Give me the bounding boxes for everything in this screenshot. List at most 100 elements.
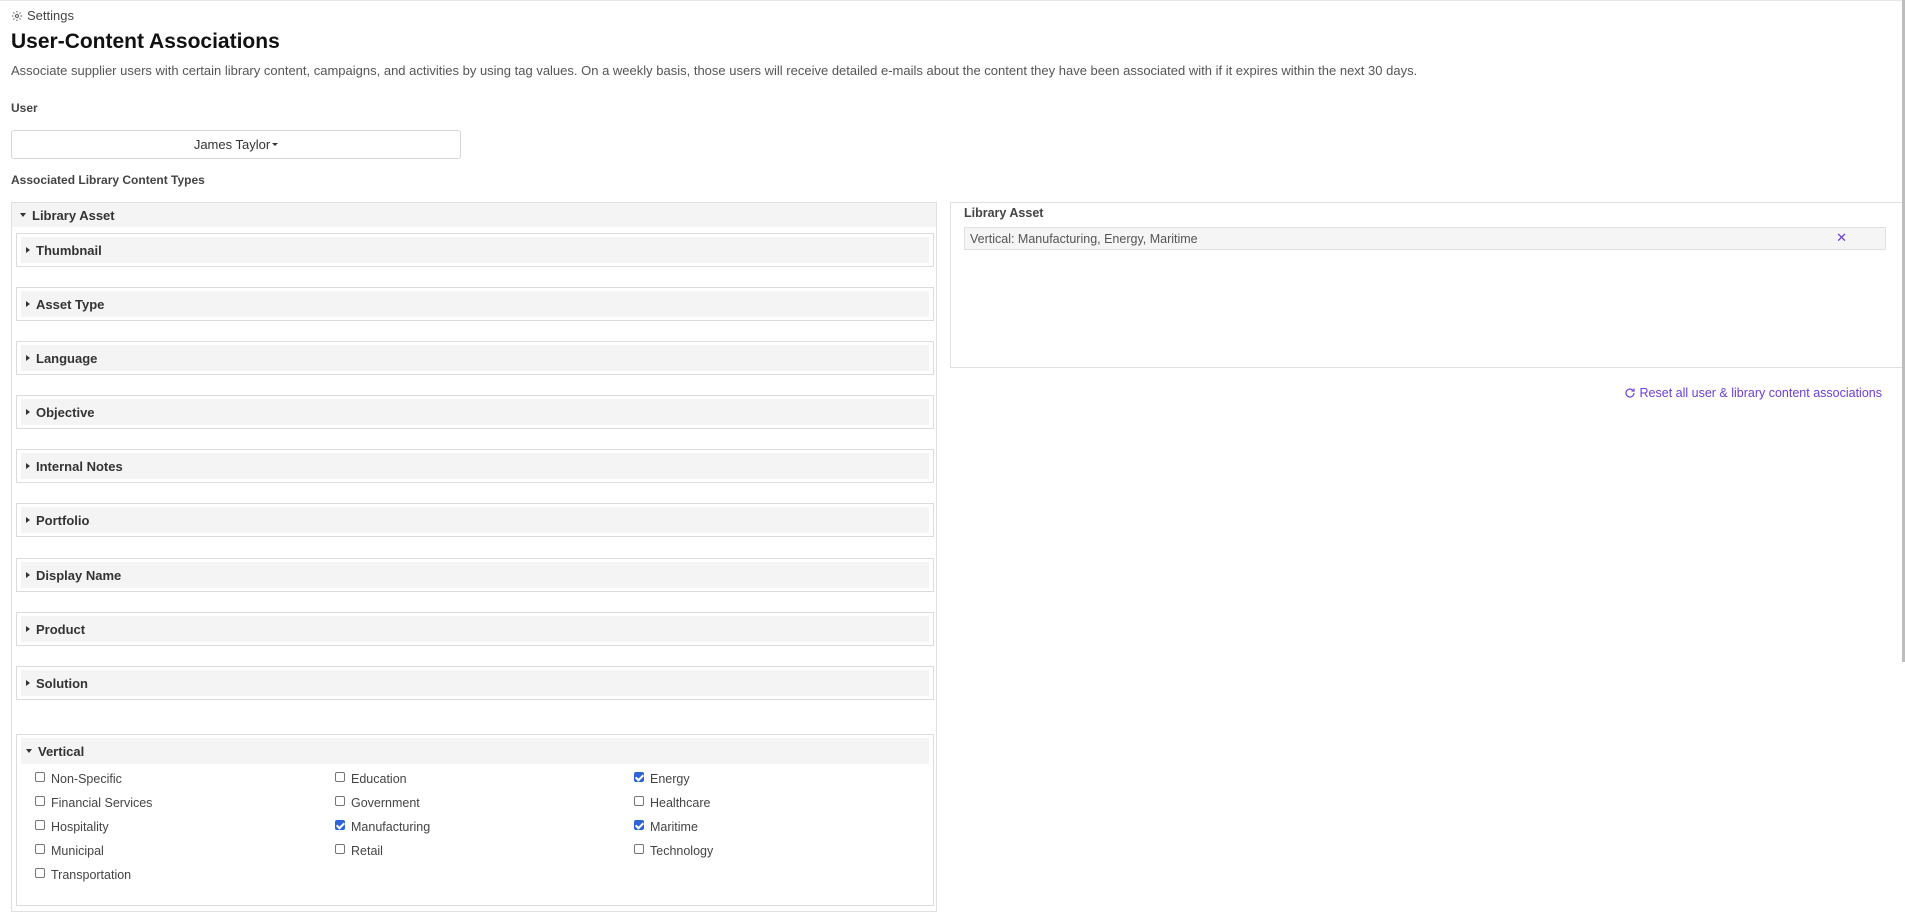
section-asset-type-header[interactable]: Asset Type (21, 291, 929, 317)
caret-right-icon (26, 626, 30, 632)
gear-icon (12, 10, 22, 21)
checkbox-label: Transportation (51, 868, 132, 882)
checkbox-healthcare[interactable] (634, 796, 644, 806)
association-row: Vertical: Manufacturing, Energy, Maritim… (964, 227, 1886, 250)
section-thumbnail-label: Thumbnail (36, 242, 102, 258)
section-solution-header[interactable]: Solution (21, 670, 929, 696)
section-portfolio-header[interactable]: Portfolio (21, 507, 929, 533)
section-objective-header[interactable]: Objective (21, 399, 929, 425)
checkbox-government[interactable] (335, 796, 345, 806)
section-display-name-label: Display Name (36, 567, 122, 583)
checkbox-label: Manufacturing (351, 820, 431, 834)
vertical-option-education[interactable]: Education (335, 772, 407, 786)
caret-right-icon (26, 463, 30, 469)
vertical-option-technology[interactable]: Technology (634, 844, 713, 858)
section-thumbnail: Thumbnail (16, 233, 934, 267)
caret-right-icon (26, 409, 30, 415)
vertical-option-healthcare[interactable]: Healthcare (634, 796, 710, 810)
content-types-label: Associated Library Content Types (11, 173, 205, 187)
checkbox-label: Energy (650, 772, 690, 786)
caret-right-icon (26, 301, 30, 307)
section-language-header[interactable]: Language (21, 345, 929, 371)
vertical-option-government[interactable]: Government (335, 796, 420, 810)
close-icon[interactable]: ✕ (1836, 231, 1847, 245)
section-vertical-header[interactable]: Vertical (21, 738, 929, 764)
checkbox-manufacturing[interactable] (335, 820, 345, 830)
caret-right-icon (26, 517, 30, 523)
vertical-option-non-specific[interactable]: Non-Specific (35, 772, 122, 786)
vertical-option-manufacturing[interactable]: Manufacturing (335, 820, 430, 834)
checkbox-technology[interactable] (634, 844, 644, 854)
checkbox-label: Maritime (650, 820, 698, 834)
checkbox-non-specific[interactable] (35, 772, 45, 782)
section-display-name: Display Name (16, 558, 934, 592)
checkbox-label: Technology (650, 844, 714, 858)
section-asset-type: Asset Type (16, 287, 934, 321)
section-vertical: Vertical Non-Specific Education Energy Fina… (16, 734, 934, 906)
section-thumbnail-header[interactable]: Thumbnail (21, 237, 929, 263)
associations-title: Library Asset (964, 206, 1044, 220)
page-title: User-Content Associations (11, 30, 280, 53)
user-dropdown-value: James Taylor (193, 137, 271, 152)
user-dropdown[interactable]: James Taylor (11, 130, 461, 159)
vertical-option-hospitality[interactable]: Hospitality (35, 820, 109, 834)
section-language-label: Language (36, 350, 98, 366)
association-text: Vertical: Manufacturing, Energy, Maritim… (970, 231, 1198, 246)
caret-down-icon (26, 749, 32, 753)
section-vertical-label: Vertical (38, 743, 85, 759)
associations-panel: Library Asset Vertical: Manufacturing, E… (950, 202, 1905, 368)
vertical-option-municipal[interactable]: Municipal (35, 844, 104, 858)
checkbox-hospitality[interactable] (35, 820, 45, 830)
breadcrumb[interactable]: Settings (11, 8, 74, 23)
reset-associations-link[interactable]: Reset all user & library content associa… (1624, 386, 1882, 400)
vertical-option-transportation[interactable]: Transportation (35, 868, 131, 882)
checkbox-energy[interactable] (634, 772, 644, 782)
checkbox-maritime[interactable] (634, 820, 644, 830)
user-label: User (11, 101, 38, 115)
vertical-options: Non-Specific Education Energy Financial Ser… (17, 767, 933, 905)
checkbox-municipal[interactable] (35, 844, 45, 854)
section-internal-notes-label: Internal Notes (36, 458, 123, 474)
checkbox-label: Hospitality (51, 820, 109, 834)
vertical-option-retail[interactable]: Retail (335, 844, 383, 858)
checkbox-financial-services[interactable] (35, 796, 45, 806)
checkbox-label: Healthcare (650, 796, 711, 810)
page-description: Associate supplier users with certain li… (11, 63, 1418, 78)
caret-right-icon (26, 680, 30, 686)
library-content-types-panel: Library Asset Thumbnail Asset Type Languag… (11, 202, 937, 912)
section-portfolio-label: Portfolio (36, 512, 90, 528)
chevron-down-icon (272, 143, 279, 146)
section-asset-type-label: Asset Type (36, 296, 105, 312)
section-product: Product (16, 612, 934, 646)
caret-right-icon (26, 247, 30, 253)
checkbox-education[interactable] (335, 772, 345, 782)
library-asset-toggle[interactable]: Library Asset (12, 203, 936, 227)
section-solution: Solution (16, 666, 934, 700)
vertical-option-maritime[interactable]: Maritime (634, 820, 698, 834)
section-internal-notes: Internal Notes (16, 449, 934, 483)
vertical-option-financial-services[interactable]: Financial Services (35, 796, 152, 810)
section-product-label: Product (36, 621, 86, 637)
section-internal-notes-header[interactable]: Internal Notes (21, 453, 929, 479)
section-solution-label: Solution (36, 675, 88, 691)
caret-down-icon (20, 213, 26, 217)
caret-right-icon (26, 572, 30, 578)
checkbox-label: Retail (351, 844, 383, 858)
top-divider (0, 0, 1905, 1)
checkbox-label: Municipal (51, 844, 104, 858)
breadcrumb-settings[interactable]: Settings (27, 8, 74, 23)
checkbox-label: Government (351, 796, 420, 810)
section-objective-label: Objective (36, 404, 95, 420)
vertical-option-energy[interactable]: Energy (634, 772, 690, 786)
section-portfolio: Portfolio (16, 503, 934, 537)
section-product-header[interactable]: Product (21, 616, 929, 642)
checkbox-label: Non-Specific (51, 772, 122, 786)
library-asset-title: Library Asset (32, 207, 115, 223)
section-language: Language (16, 341, 934, 375)
checkbox-transportation[interactable] (35, 868, 45, 878)
checkbox-label: Financial Services (51, 796, 153, 810)
section-display-name-header[interactable]: Display Name (21, 562, 929, 588)
checkbox-retail[interactable] (335, 844, 345, 854)
caret-right-icon (26, 355, 30, 361)
checkbox-label: Education (351, 772, 407, 786)
